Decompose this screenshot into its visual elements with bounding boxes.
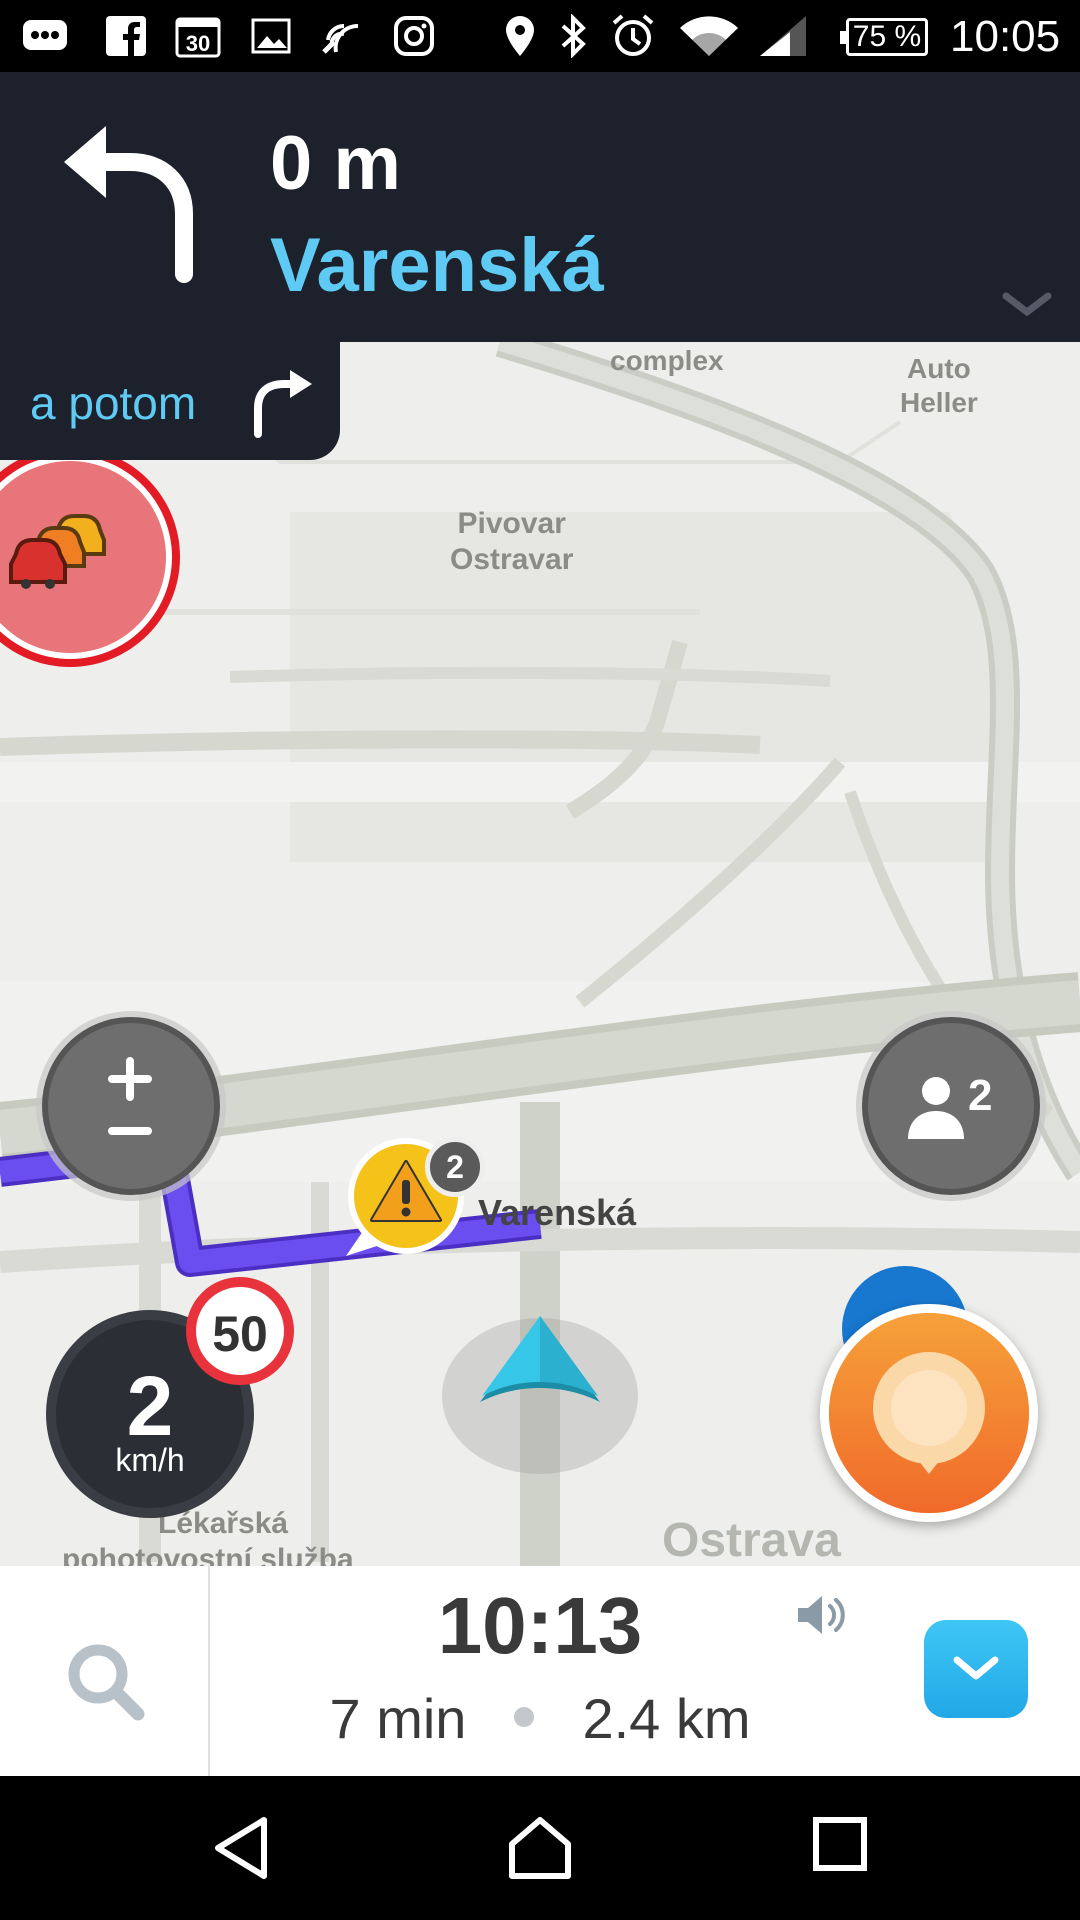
trip-remaining: 7 min 2.4 km bbox=[210, 1686, 870, 1751]
then-instruction: a potom bbox=[0, 342, 340, 460]
report-button[interactable] bbox=[820, 1304, 1038, 1522]
next-street-name: Varenská bbox=[270, 223, 604, 308]
distance-to-turn: 0 m bbox=[270, 121, 401, 206]
map-label-auto-heller: Auto Heller bbox=[900, 353, 978, 418]
map-view[interactable]: complex Auto Heller Pivovar Ostravar Lék… bbox=[0, 342, 1080, 1566]
zoom-button[interactable] bbox=[42, 1017, 220, 1195]
wifi-icon bbox=[678, 14, 740, 58]
bluetooth-icon bbox=[556, 14, 592, 58]
right-turn-icon bbox=[250, 368, 316, 443]
turn-instruction-panel[interactable]: 0 m Varenská bbox=[0, 72, 1080, 342]
separator-dot bbox=[514, 1707, 535, 1728]
signal-icon bbox=[758, 14, 808, 58]
status-bar: 30 75 % 10:05 bbox=[0, 0, 1080, 72]
expand-menu-button[interactable] bbox=[924, 1620, 1028, 1718]
chevron-down-icon bbox=[953, 1656, 999, 1680]
arrival-time: 10:13 bbox=[437, 1581, 643, 1670]
battery-indicator: 75 % bbox=[840, 18, 928, 56]
calendar-icon: 30 bbox=[174, 14, 222, 58]
nearby-wazers-button[interactable]: 2 bbox=[862, 1017, 1040, 1195]
map-label-ostrava: Ostrava bbox=[662, 1514, 841, 1566]
sound-icon[interactable] bbox=[794, 1590, 850, 1645]
system-navigation-bar bbox=[0, 1776, 1080, 1920]
chat-icon bbox=[22, 14, 68, 58]
nfc-icon bbox=[318, 14, 366, 58]
gallery-icon bbox=[250, 14, 292, 58]
map-label-pivovar: Pivovar Ostravar bbox=[450, 507, 574, 576]
nearby-wazers-count: 2 bbox=[968, 1071, 993, 1120]
chevron-down-icon[interactable] bbox=[1002, 290, 1052, 325]
status-time: 10:05 bbox=[950, 12, 1061, 61]
home-icon[interactable] bbox=[506, 1816, 574, 1885]
then-label: a potom bbox=[30, 377, 197, 429]
search-icon[interactable] bbox=[60, 1638, 150, 1733]
hazard-count-badge: 2 bbox=[425, 1137, 485, 1197]
recents-icon[interactable] bbox=[812, 1816, 868, 1877]
map-street-label: Varenská bbox=[478, 1192, 637, 1233]
left-turn-icon bbox=[58, 124, 208, 289]
remaining-time: 7 min bbox=[329, 1687, 467, 1750]
map-label-complex: complex bbox=[610, 345, 724, 376]
remaining-distance: 2.4 km bbox=[582, 1687, 751, 1750]
trip-summary-bar[interactable]: 10:13 7 min 2.4 km bbox=[0, 1566, 1080, 1776]
location-icon bbox=[502, 14, 538, 58]
speed-limit-value: 50 bbox=[212, 1306, 268, 1362]
instagram-icon bbox=[392, 14, 436, 58]
speed-unit: km/h bbox=[115, 1442, 185, 1478]
traffic-jam-button[interactable] bbox=[0, 442, 190, 672]
back-icon[interactable] bbox=[212, 1816, 272, 1885]
person-icon bbox=[908, 1077, 964, 1139]
speed-limit-sign: 50 bbox=[186, 1277, 294, 1385]
zoom-plus-minus-icon bbox=[108, 1057, 152, 1135]
map-label-pohotovost: pohotovostní služba bbox=[62, 1543, 354, 1566]
alarm-icon bbox=[610, 14, 656, 58]
svg-text:30: 30 bbox=[186, 31, 210, 56]
facebook-icon bbox=[104, 14, 148, 58]
